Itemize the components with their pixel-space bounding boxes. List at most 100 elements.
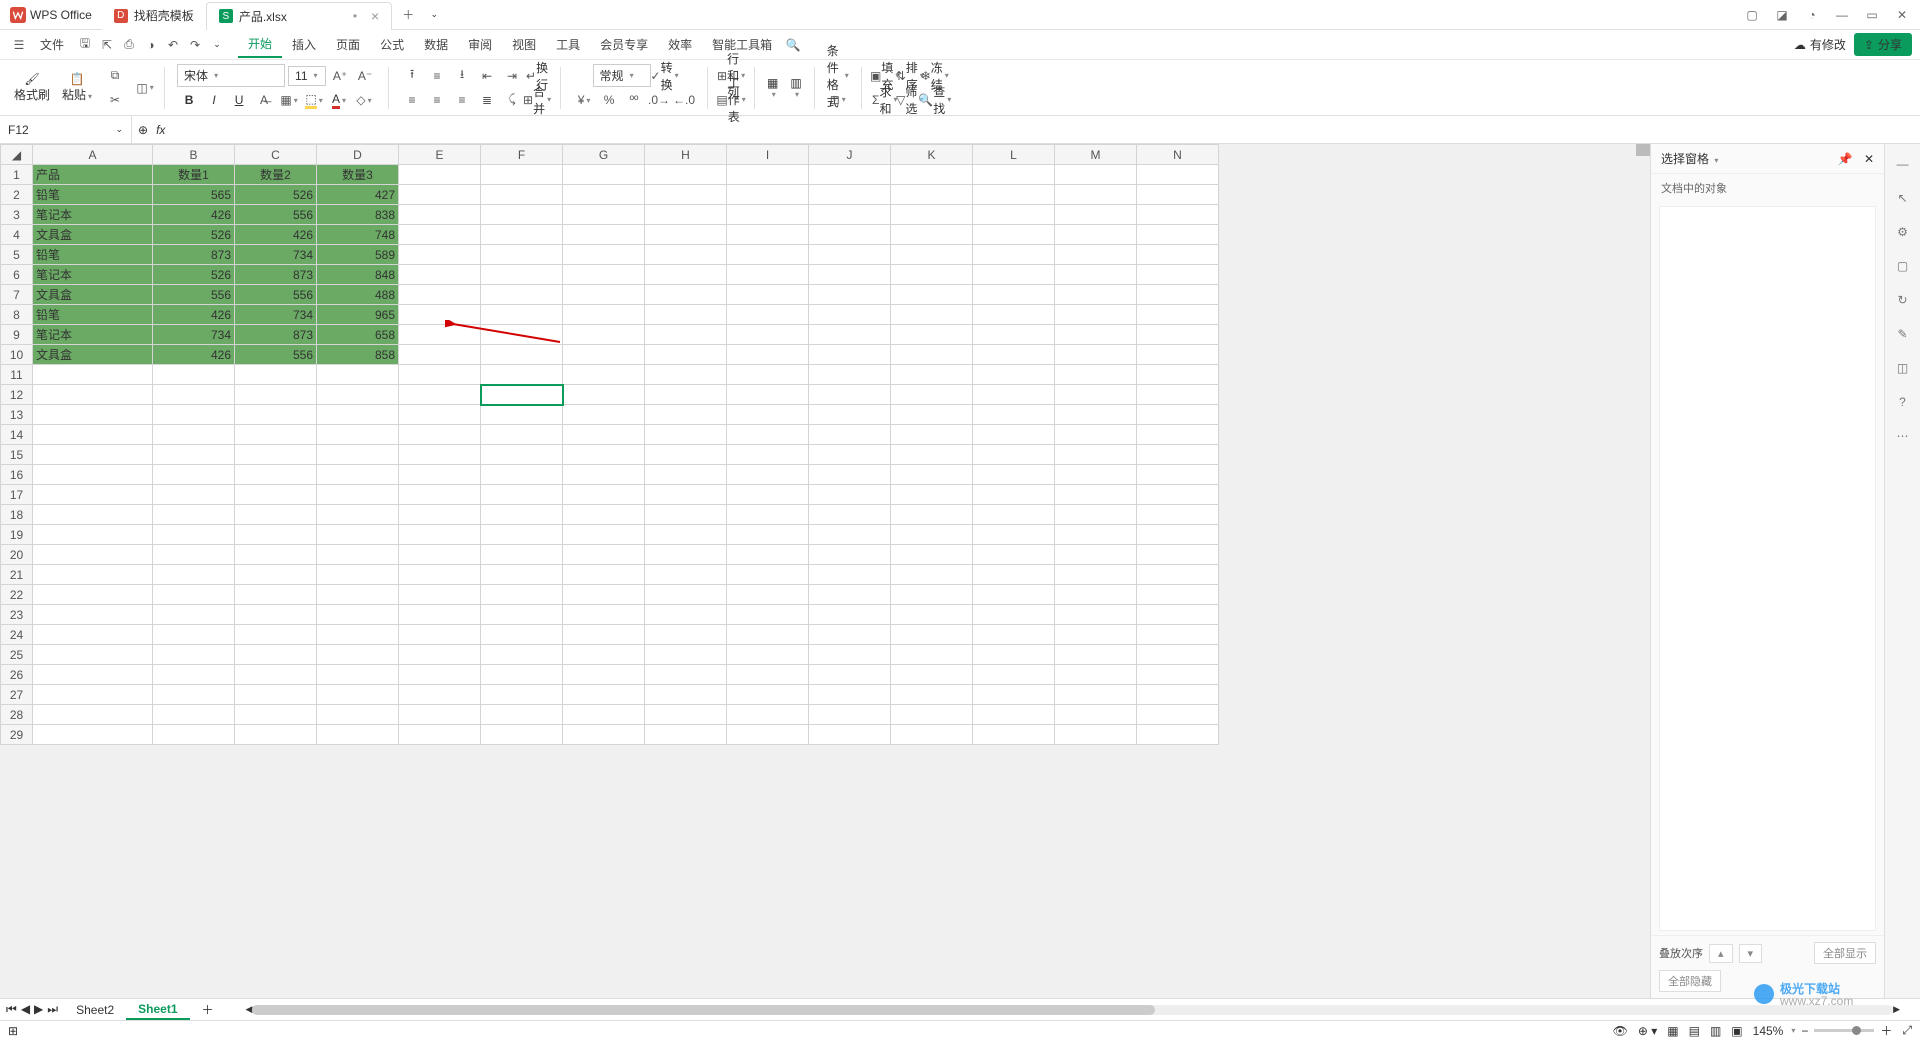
number-format-select[interactable]: 常规▾: [593, 64, 651, 87]
align-bottom-icon[interactable]: ⭳: [451, 65, 473, 87]
cell-C6[interactable]: 873: [235, 265, 317, 285]
cell-A9[interactable]: 笔记本: [33, 325, 153, 345]
cell-B13[interactable]: [153, 405, 235, 425]
cell-G12[interactable]: [563, 385, 645, 405]
cell-D17[interactable]: [317, 485, 399, 505]
cell-A7[interactable]: 文具盒: [33, 285, 153, 305]
cell-L11[interactable]: [973, 365, 1055, 385]
cell-M9[interactable]: [1055, 325, 1137, 345]
menu-file[interactable]: 文件: [30, 32, 74, 57]
cell-J5[interactable]: [809, 245, 891, 265]
row-header-28[interactable]: 28: [1, 705, 33, 725]
cell-A28[interactable]: [33, 705, 153, 725]
cell-D8[interactable]: 965: [317, 305, 399, 325]
cell-H6[interactable]: [645, 265, 727, 285]
cell-N28[interactable]: [1137, 705, 1219, 725]
row-header-19[interactable]: 19: [1, 525, 33, 545]
cell-H12[interactable]: [645, 385, 727, 405]
cell-A15[interactable]: [33, 445, 153, 465]
cell-A23[interactable]: [33, 605, 153, 625]
more-rail-icon[interactable]: ⋯: [1893, 426, 1913, 446]
cell-J26[interactable]: [809, 665, 891, 685]
cell-D9[interactable]: 658: [317, 325, 399, 345]
menu-view[interactable]: 视图: [502, 32, 546, 57]
share-button[interactable]: ⇪ 分享: [1854, 33, 1912, 56]
row-header-22[interactable]: 22: [1, 585, 33, 605]
cell-L23[interactable]: [973, 605, 1055, 625]
cell-E15[interactable]: [399, 445, 481, 465]
cell-L5[interactable]: [973, 245, 1055, 265]
cell-N23[interactable]: [1137, 605, 1219, 625]
table-styles-button[interactable]: ▥▾: [786, 74, 805, 101]
cell-K3[interactable]: [891, 205, 973, 225]
cell-M5[interactable]: [1055, 245, 1137, 265]
cell-G14[interactable]: [563, 425, 645, 445]
cell-N1[interactable]: [1137, 165, 1219, 185]
cell-J15[interactable]: [809, 445, 891, 465]
cell-F9[interactable]: [481, 325, 563, 345]
cell-B27[interactable]: [153, 685, 235, 705]
cell-E6[interactable]: [399, 265, 481, 285]
cell-B4[interactable]: 526: [153, 225, 235, 245]
cell-F16[interactable]: [481, 465, 563, 485]
cell-D10[interactable]: 858: [317, 345, 399, 365]
cell-B28[interactable]: [153, 705, 235, 725]
cell-L27[interactable]: [973, 685, 1055, 705]
cell-L10[interactable]: [973, 345, 1055, 365]
search-icon[interactable]: 🔍: [782, 34, 804, 56]
redo-icon[interactable]: ↷: [184, 34, 206, 56]
cell-B22[interactable]: [153, 585, 235, 605]
cell-J17[interactable]: [809, 485, 891, 505]
close-button[interactable]: ✕: [1888, 3, 1916, 27]
cell-A8[interactable]: 铅笔: [33, 305, 153, 325]
cell-C18[interactable]: [235, 505, 317, 525]
cell-G11[interactable]: [563, 365, 645, 385]
cell-I5[interactable]: [727, 245, 809, 265]
cell-K16[interactable]: [891, 465, 973, 485]
cell-E25[interactable]: [399, 645, 481, 665]
col-header-G[interactable]: G: [563, 145, 645, 165]
cell-B1[interactable]: 数量1: [153, 165, 235, 185]
cell-C12[interactable]: [235, 385, 317, 405]
cell-M11[interactable]: [1055, 365, 1137, 385]
cell-A27[interactable]: [33, 685, 153, 705]
cell-A14[interactable]: [33, 425, 153, 445]
cell-L4[interactable]: [973, 225, 1055, 245]
cell-D25[interactable]: [317, 645, 399, 665]
cell-B23[interactable]: [153, 605, 235, 625]
cell-D26[interactable]: [317, 665, 399, 685]
row-header-27[interactable]: 27: [1, 685, 33, 705]
cell-N14[interactable]: [1137, 425, 1219, 445]
cell-D16[interactable]: [317, 465, 399, 485]
row-header-17[interactable]: 17: [1, 485, 33, 505]
cell-H16[interactable]: [645, 465, 727, 485]
increase-font-icon[interactable]: A⁺: [329, 65, 351, 87]
cell-A22[interactable]: [33, 585, 153, 605]
cell-I22[interactable]: [727, 585, 809, 605]
cell-K28[interactable]: [891, 705, 973, 725]
cell-I14[interactable]: [727, 425, 809, 445]
cell-N22[interactable]: [1137, 585, 1219, 605]
cell-I4[interactable]: [727, 225, 809, 245]
cell-G19[interactable]: [563, 525, 645, 545]
cell-K2[interactable]: [891, 185, 973, 205]
cell-G6[interactable]: [563, 265, 645, 285]
cell-M16[interactable]: [1055, 465, 1137, 485]
cell-L29[interactable]: [973, 725, 1055, 745]
cell-M8[interactable]: [1055, 305, 1137, 325]
cell-E22[interactable]: [399, 585, 481, 605]
select-tool-icon[interactable]: ↖: [1893, 188, 1913, 208]
cell-A21[interactable]: [33, 565, 153, 585]
cell-L22[interactable]: [973, 585, 1055, 605]
cell-A20[interactable]: [33, 545, 153, 565]
cell-B19[interactable]: [153, 525, 235, 545]
cell-K27[interactable]: [891, 685, 973, 705]
cell-E19[interactable]: [399, 525, 481, 545]
cell-H14[interactable]: [645, 425, 727, 445]
cell-F17[interactable]: [481, 485, 563, 505]
cell-I24[interactable]: [727, 625, 809, 645]
chevron-down-icon[interactable]: ⌄: [115, 124, 123, 135]
cell-C27[interactable]: [235, 685, 317, 705]
cell-D24[interactable]: [317, 625, 399, 645]
align-top-icon[interactable]: ⭱: [401, 65, 423, 87]
